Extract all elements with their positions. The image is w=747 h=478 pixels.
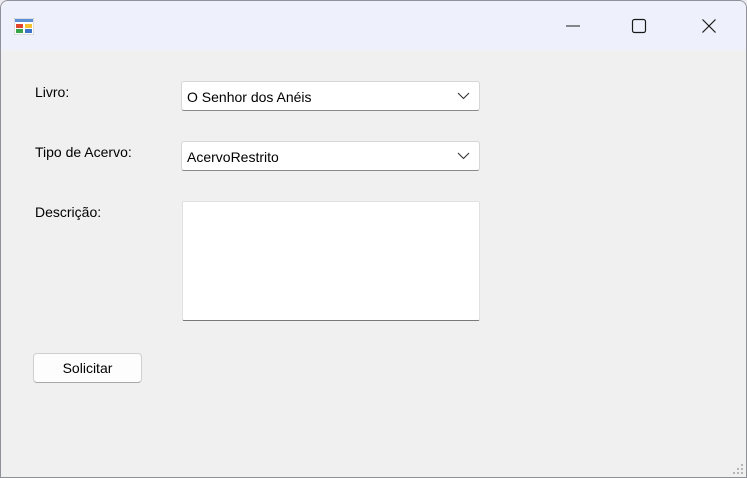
solicitar-button[interactable]: Solicitar xyxy=(33,353,142,383)
app-icon xyxy=(14,18,34,35)
tipo-acervo-combobox[interactable]: AcervoRestrito xyxy=(181,141,480,171)
chevron-down-icon xyxy=(457,152,470,160)
chevron-down-icon xyxy=(457,92,470,100)
livro-selected-value: O Senhor dos Anéis xyxy=(187,89,312,105)
app-window: Livro: O Senhor dos Anéis Tipo de Acervo… xyxy=(0,0,747,478)
form-client-area: Livro: O Senhor dos Anéis Tipo de Acervo… xyxy=(1,50,746,477)
maximize-icon xyxy=(631,18,647,33)
close-button[interactable] xyxy=(674,1,744,50)
descricao-label: Descrição: xyxy=(35,204,102,220)
minimize-button[interactable] xyxy=(538,1,608,50)
resize-grip-icon[interactable] xyxy=(733,464,743,474)
tipo-acervo-selected-value: AcervoRestrito xyxy=(187,149,279,165)
livro-label: Livro: xyxy=(35,84,70,100)
minimize-icon xyxy=(566,25,580,26)
descricao-textarea[interactable] xyxy=(182,201,480,321)
livro-combobox[interactable]: O Senhor dos Anéis xyxy=(181,81,480,111)
maximize-button[interactable] xyxy=(604,1,674,50)
tipo-acervo-label: Tipo de Acervo: xyxy=(35,144,132,160)
title-bar[interactable] xyxy=(1,1,746,50)
close-icon xyxy=(702,18,716,33)
